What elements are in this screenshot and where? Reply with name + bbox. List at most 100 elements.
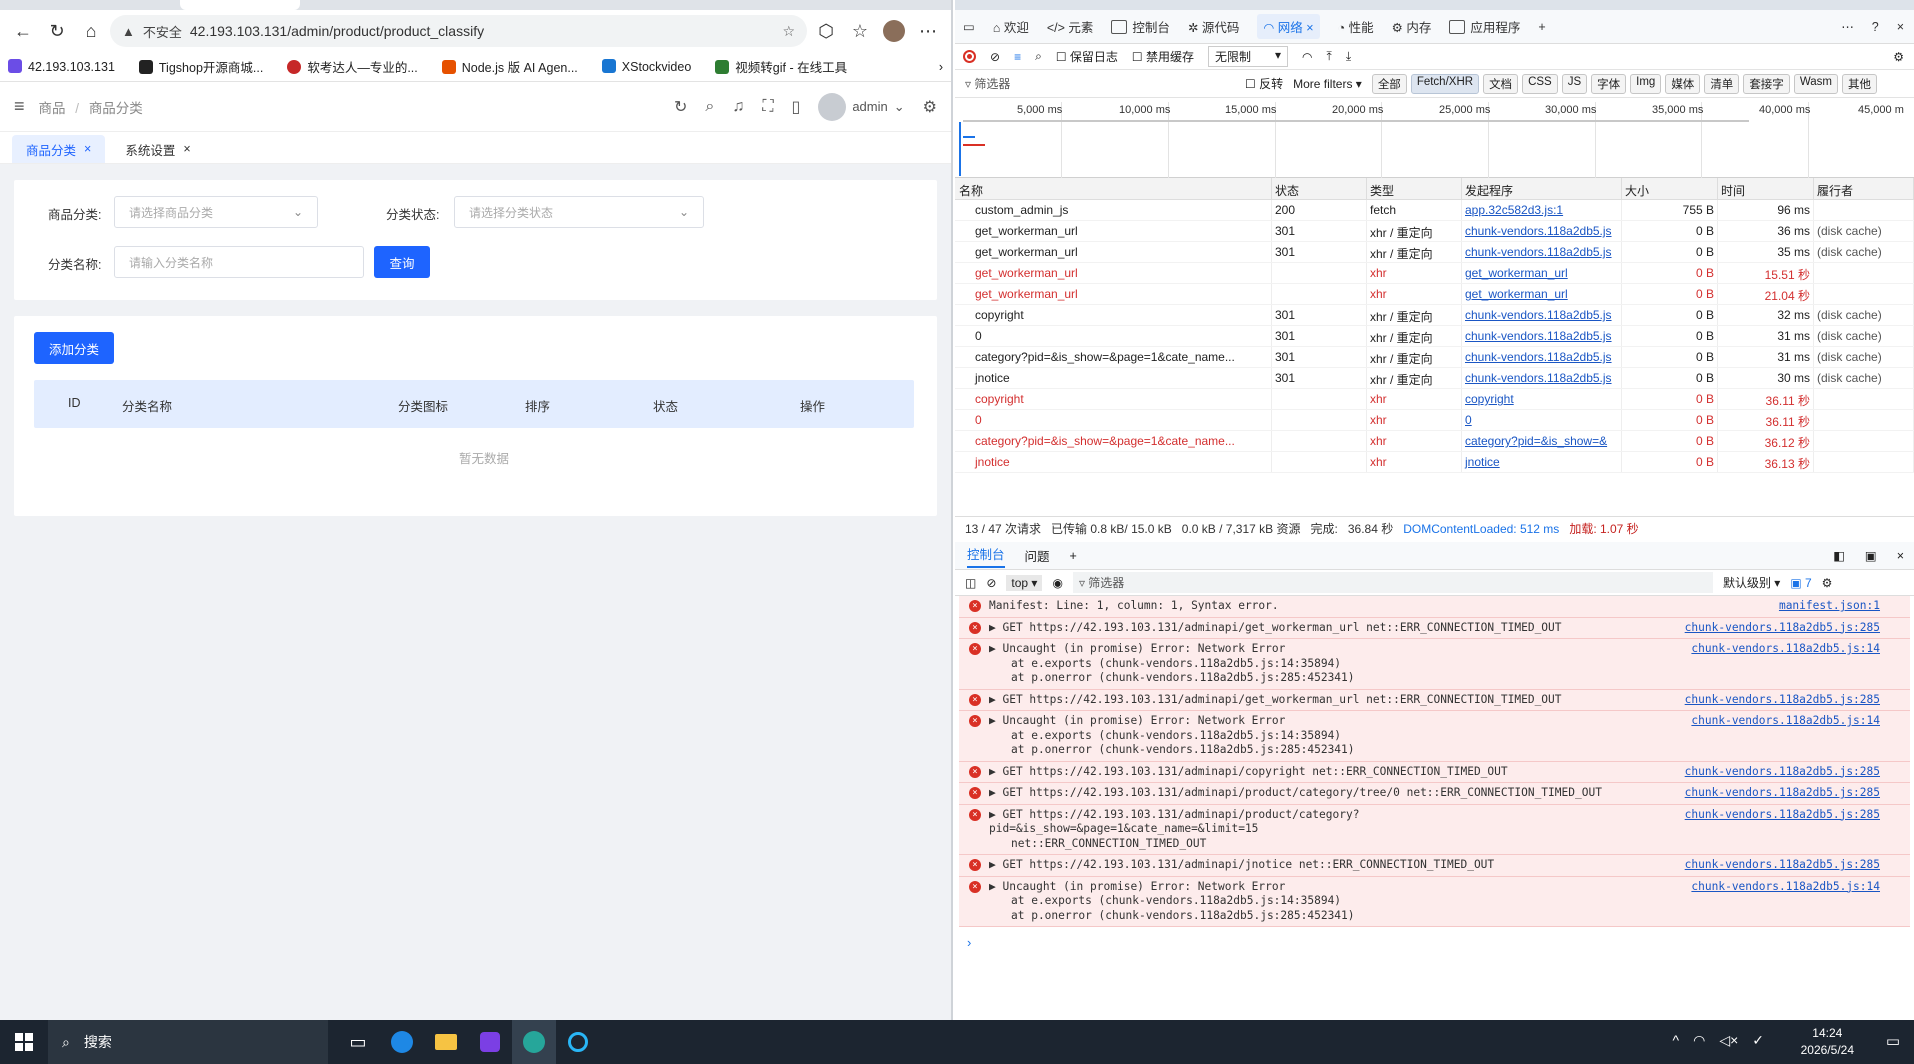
request-row[interactable]: 0 xhr 0 0 B 36.11 秒	[955, 410, 1914, 431]
back-icon[interactable]: ←	[8, 16, 38, 46]
network-conditions-icon[interactable]: ◠	[1302, 50, 1312, 64]
initiator-link[interactable]: category?pid=&is_show=&	[1465, 434, 1607, 448]
initiator-link[interactable]: 0	[1465, 413, 1472, 427]
device-toggle-icon[interactable]: ▭	[963, 19, 975, 34]
user-menu[interactable]: admin ⌄	[818, 92, 905, 121]
file-explorer-icon[interactable]	[424, 1020, 468, 1064]
filter-chip-img[interactable]: Img	[1630, 73, 1662, 94]
tab-console[interactable]: 控制台	[1111, 17, 1170, 36]
initiator-link[interactable]: app.32c582d3.js:1	[1465, 203, 1563, 217]
bookmark-item[interactable]: 软考达人—专业的...	[287, 57, 418, 76]
bell-icon[interactable]: ♫	[732, 98, 744, 116]
home-icon[interactable]: ⌂	[76, 16, 106, 46]
menu-toggle-icon[interactable]: ≡	[14, 96, 25, 117]
notification-center-icon[interactable]: ▭	[1886, 1032, 1900, 1050]
stack-frame[interactable]: net::ERR_CONNECTION_TIMED_OUT	[989, 837, 1910, 852]
initiator-link[interactable]: chunk-vendors.118a2db5.js	[1465, 371, 1612, 385]
filter-chip-fetch-xhr[interactable]: Fetch/XHR	[1410, 73, 1480, 94]
filter-chip-all[interactable]: 全部	[1371, 73, 1407, 94]
console-prompt[interactable]: ›	[955, 927, 1914, 958]
column-header[interactable]: 大小	[1622, 178, 1718, 199]
close-icon[interactable]: ×	[1897, 20, 1904, 34]
clock[interactable]: 14:24 2026/5/24	[1801, 1025, 1854, 1059]
console-error[interactable]: × ▶ GET https://42.193.103.131/adminapi/p…	[959, 783, 1910, 805]
console-error[interactable]: × ▶ Uncaught (in promise) Error: Network …	[959, 639, 1910, 690]
context-select[interactable]: top ▾	[1006, 574, 1043, 591]
search-icon[interactable]: ⌕	[705, 98, 714, 116]
tab-network[interactable]: ◠ 网络 ×	[1257, 14, 1320, 39]
extensions-icon[interactable]: ⬡	[811, 16, 841, 46]
close-icon[interactable]: ×	[84, 142, 91, 156]
console-error[interactable]: × Manifest: Line: 1, column: 1, Syntax er…	[959, 596, 1910, 618]
console-error[interactable]: × ▶ GET https://42.193.103.131/adminapi/g…	[959, 689, 1910, 711]
tab-product-classify[interactable]: 商品分类 ×	[12, 135, 106, 163]
record-icon[interactable]	[963, 50, 976, 63]
column-header[interactable]: 类型	[1367, 178, 1462, 199]
source-link[interactable]: chunk-vendors.118a2db5.js:285	[1685, 786, 1880, 801]
request-initiator[interactable]: chunk-vendors.118a2db5.js	[1462, 368, 1622, 388]
download-icon[interactable]: ⤓	[1346, 49, 1351, 64]
source-link[interactable]: chunk-vendors.118a2db5.js:14	[1691, 880, 1880, 895]
invert-checkbox[interactable]: ☐ 反转	[1245, 75, 1283, 92]
breadcrumb-item[interactable]: 商品	[39, 101, 66, 116]
initiator-link[interactable]: copyright	[1465, 392, 1514, 406]
close-icon[interactable]: ×	[183, 142, 190, 156]
favorites-icon[interactable]: ☆	[845, 16, 875, 46]
bookmark-item[interactable]: 视频转gif - 在线工具	[715, 57, 847, 76]
eye-icon[interactable]: ◉	[1052, 576, 1062, 590]
request-row[interactable]: category?pid=&is_show=&page=1&cate_name.…	[955, 347, 1914, 368]
filter-input[interactable]: ▿ 筛选器	[965, 75, 1235, 92]
star-icon[interactable]: ☆	[782, 23, 795, 40]
bookmark-item[interactable]: XStockvideo	[601, 59, 691, 74]
console-error[interactable]: × ▶ Uncaught (in promise) Error: Network …	[959, 711, 1910, 762]
chevron-up-icon[interactable]: ^	[1673, 1032, 1680, 1049]
initiator-link[interactable]: get_workerman_url	[1465, 266, 1568, 280]
request-row[interactable]: get_workerman_url xhr get_workerman_url 0 B…	[955, 284, 1914, 305]
gear-icon[interactable]: ⚙	[1822, 576, 1833, 590]
sidebar-icon[interactable]: ◫	[965, 576, 976, 590]
tab-sources[interactable]: ✲ 源代码	[1188, 17, 1239, 36]
refresh-icon[interactable]: ↻	[674, 97, 687, 117]
filter-chip-css[interactable]: CSS	[1522, 73, 1558, 94]
name-input[interactable]: 请输入分类名称	[114, 246, 364, 278]
close-icon[interactable]: ×	[1306, 21, 1313, 35]
request-row[interactable]: get_workerman_url 301 xhr / 重定向 chunk-vendo…	[955, 221, 1914, 242]
add-category-button[interactable]: 添加分类	[34, 332, 114, 364]
stack-frame[interactable]: at e.exports (chunk-vendors.118a2db5.js:…	[989, 729, 1910, 744]
tab-system-settings[interactable]: 系统设置 ×	[111, 135, 204, 163]
gear-icon[interactable]: ⚙	[1893, 50, 1904, 64]
request-initiator[interactable]: get_workerman_url	[1462, 284, 1622, 304]
source-link[interactable]: chunk-vendors.118a2db5.js:285	[1685, 693, 1880, 708]
initiator-link[interactable]: chunk-vendors.118a2db5.js	[1465, 308, 1612, 322]
layout-icon[interactable]: ▯	[792, 97, 801, 117]
app-icon[interactable]	[468, 1020, 512, 1064]
fullscreen-icon[interactable]: ⛶	[762, 98, 773, 116]
initiator-link[interactable]: jnotice	[1465, 455, 1500, 469]
source-link[interactable]: chunk-vendors.118a2db5.js:285	[1685, 765, 1880, 780]
stack-frame[interactable]: at p.onerror (chunk-vendors.118a2db5.js:…	[989, 909, 1910, 924]
source-link[interactable]: chunk-vendors.118a2db5.js:285	[1685, 621, 1880, 636]
url-bar[interactable]: ▲ 不安全 42.193.103.131/admin/product/produ…	[110, 15, 807, 47]
source-link[interactable]: chunk-vendors.118a2db5.js:14	[1691, 642, 1880, 657]
request-row[interactable]: jnotice 301 xhr / 重定向 chunk-vendors.118a2db…	[955, 368, 1914, 389]
log-level-select[interactable]: 默认级别 ▾	[1723, 574, 1780, 591]
request-row[interactable]: 0 301 xhr / 重定向 chunk-vendors.118a2db5.js 0 …	[955, 326, 1914, 347]
tab-elements[interactable]: </> 元素	[1047, 17, 1094, 36]
initiator-link[interactable]: chunk-vendors.118a2db5.js	[1465, 224, 1612, 238]
more-icon[interactable]: ⋯	[913, 16, 943, 46]
more-filters-dropdown[interactable]: More filters ▾	[1293, 77, 1362, 91]
stack-frame[interactable]: at e.exports (chunk-vendors.118a2db5.js:…	[989, 894, 1910, 909]
volume-icon[interactable]: ◁×	[1719, 1032, 1738, 1049]
filter-chip-font[interactable]: 字体	[1591, 73, 1627, 94]
filter-icon[interactable]: ≡	[1014, 50, 1021, 64]
source-link[interactable]: chunk-vendors.118a2db5.js:14	[1691, 714, 1880, 729]
gear-icon[interactable]: ⚙	[923, 97, 937, 117]
tab-performance[interactable]: ◔ 性能	[1338, 17, 1374, 36]
filter-chip-other[interactable]: 其他	[1841, 73, 1877, 94]
console-error[interactable]: × ▶ GET https://42.193.103.131/adminapi/p…	[959, 804, 1910, 855]
console-error[interactable]: × ▶ Uncaught (in promise) Error: Network …	[959, 876, 1910, 927]
request-initiator[interactable]: category?pid=&is_show=&	[1462, 431, 1622, 451]
column-header[interactable]: 状态	[1272, 178, 1367, 199]
request-initiator[interactable]: chunk-vendors.118a2db5.js	[1462, 305, 1622, 325]
bookmark-item[interactable]: Node.js 版 AI Agen...	[441, 57, 578, 76]
